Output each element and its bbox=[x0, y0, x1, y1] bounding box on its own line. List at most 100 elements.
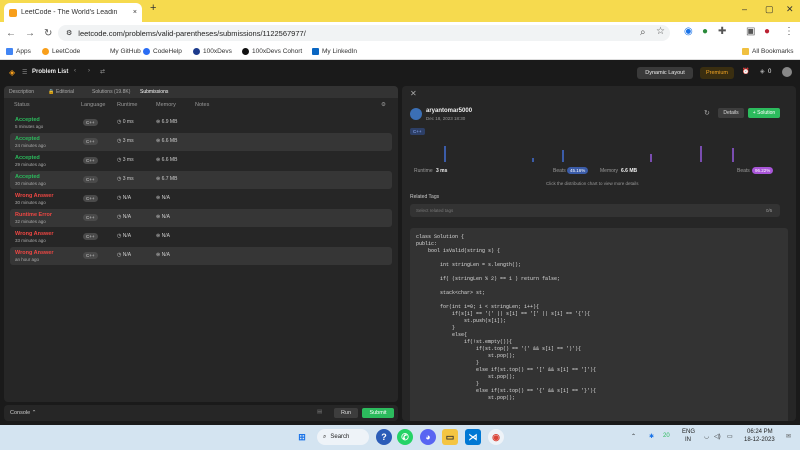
minimize-button[interactable]: – bbox=[742, 4, 747, 14]
tab-submissions[interactable]: Submissions bbox=[140, 89, 168, 95]
tab-description[interactable]: Description bbox=[9, 89, 34, 95]
profile-avatar[interactable]: ● bbox=[764, 26, 770, 37]
new-tab-button[interactable]: + bbox=[150, 2, 156, 14]
vscode-icon[interactable]: ⋊ bbox=[465, 429, 481, 445]
details-button[interactable]: Details bbox=[718, 108, 744, 118]
all-bookmarks[interactable]: All Bookmarks bbox=[742, 48, 794, 55]
reload-icon[interactable]: ↻ bbox=[44, 28, 52, 39]
url-bar[interactable]: ⚙ leetcode.com/problems/valid-parenthese… bbox=[58, 25, 670, 41]
console-toggle[interactable]: Console ⌃ bbox=[10, 410, 36, 416]
memory-beats-badge: 96.22% bbox=[752, 167, 774, 174]
distribution-bar[interactable] bbox=[444, 146, 446, 162]
extension-icon[interactable]: ◉ bbox=[684, 26, 693, 37]
distribution-bar[interactable] bbox=[650, 154, 652, 162]
prev-problem-icon[interactable]: ‹ bbox=[74, 68, 76, 74]
runtime-value: ◷ N/A bbox=[117, 195, 132, 201]
language-badge: C++ bbox=[83, 138, 98, 145]
bluetooth-icon[interactable]: ✱ bbox=[649, 433, 654, 440]
col-status[interactable]: Status bbox=[14, 102, 30, 108]
tab-close-icon[interactable]: × bbox=[133, 9, 137, 16]
whatsapp-icon[interactable]: ✆ bbox=[397, 429, 413, 445]
extensions-icon[interactable]: ✚ bbox=[718, 26, 726, 37]
next-problem-icon[interactable]: › bbox=[88, 68, 90, 74]
runtime-value: ◷ N/A bbox=[117, 233, 132, 239]
battery-icon[interactable]: ▭ bbox=[727, 433, 733, 440]
language-badge: C++ bbox=[83, 176, 98, 183]
shuffle-icon[interactable]: ⇄ bbox=[100, 68, 105, 75]
file-explorer-icon[interactable]: ▭ bbox=[442, 429, 458, 445]
forward-icon[interactable]: → bbox=[25, 28, 35, 39]
start-icon[interactable]: ⊞ bbox=[294, 429, 310, 445]
zoom-icon[interactable]: ⌕ bbox=[640, 27, 646, 38]
browser-tab[interactable]: LeetCode - The World's Leadin × bbox=[4, 3, 142, 22]
extension-icon-2[interactable]: ● bbox=[702, 26, 708, 37]
bookmark-apps[interactable]: Apps bbox=[6, 48, 31, 55]
leetcode-logo-icon[interactable]: ◈ bbox=[9, 68, 15, 77]
memory-value: ⊜ 6.9 MB bbox=[156, 119, 178, 125]
help-app-icon[interactable]: ? bbox=[376, 429, 392, 445]
tab-editorial[interactable]: Editorial bbox=[56, 89, 74, 95]
table-row[interactable]: Accepted 30 minutes ago C++ ◷ 3 ms ⊜ 6.7… bbox=[10, 171, 392, 189]
input-language[interactable]: ENG bbox=[682, 429, 695, 435]
tag-selector[interactable]: Select related tags 0/5 bbox=[410, 204, 780, 217]
table-row[interactable]: Wrong Answer an hour ago C++ ◷ N/A ⊜ N/A bbox=[10, 247, 392, 265]
status-text: Wrong Answer bbox=[15, 231, 54, 237]
table-row[interactable]: Accepted 24 minutes ago C++ ◷ 3 ms ⊜ 6.6… bbox=[10, 133, 392, 151]
language-badge: C++ bbox=[83, 252, 98, 259]
chrome-icon[interactable]: ◉ bbox=[488, 429, 504, 445]
status-text: Accepted bbox=[15, 174, 40, 180]
distribution-bar[interactable] bbox=[732, 148, 734, 162]
bookmark-codehelp[interactable]: CodeHelp bbox=[143, 48, 182, 55]
close-icon[interactable]: ✕ bbox=[410, 89, 417, 98]
runtime-value: ◷ 3 ms bbox=[117, 176, 134, 182]
bookmark-star-icon[interactable]: ☆ bbox=[656, 26, 665, 37]
bookmark-github[interactable]: My GitHub bbox=[100, 48, 141, 55]
submit-button[interactable]: Submit bbox=[362, 408, 394, 418]
tab-solutions[interactable]: Solutions (19.8K) bbox=[92, 89, 130, 95]
taskbar-search[interactable]: ⌕ Search bbox=[317, 429, 369, 445]
upload-icon[interactable]: ▤ bbox=[317, 409, 322, 415]
share-icon[interactable]: ↻ bbox=[704, 109, 710, 117]
col-memory: Memory bbox=[156, 102, 176, 108]
submit-time: 5 minutes ago bbox=[15, 124, 44, 129]
menu-icon[interactable]: ⋮ bbox=[784, 26, 794, 37]
wifi-icon[interactable]: ◡ bbox=[704, 433, 709, 440]
add-solution-button[interactable]: + Solution bbox=[748, 108, 780, 118]
clock-date[interactable]: 18-12-2023 bbox=[744, 437, 775, 443]
volume-icon[interactable]: ◁) bbox=[714, 433, 721, 440]
close-window-button[interactable]: ✕ bbox=[786, 4, 794, 15]
table-row[interactable]: Accepted 29 minutes ago C++ ◷ 3 ms ⊜ 6.6… bbox=[10, 152, 392, 170]
site-info-icon[interactable]: ⚙ bbox=[66, 29, 72, 37]
back-icon[interactable]: ← bbox=[6, 28, 16, 39]
distribution-bar[interactable] bbox=[532, 158, 534, 162]
distribution-bar[interactable] bbox=[700, 146, 702, 162]
problem-list-link[interactable]: Problem List bbox=[32, 69, 68, 75]
col-language[interactable]: Language bbox=[81, 102, 105, 108]
table-row[interactable]: Runtime Error 32 minutes ago C++ ◷ N/A ⊜… bbox=[10, 209, 392, 227]
bookmark-linkedin[interactable]: My LinkedIn bbox=[312, 48, 357, 55]
notification-icon[interactable]: ✉ bbox=[786, 433, 791, 440]
premium-button[interactable]: Premium bbox=[700, 67, 734, 79]
streak-icon[interactable]: ◈ bbox=[760, 68, 765, 75]
tray-chevron-icon[interactable]: ⌃ bbox=[631, 433, 636, 440]
search-icon: ⌕ bbox=[323, 433, 327, 440]
clock-time[interactable]: 06:24 PM bbox=[747, 429, 773, 435]
table-row[interactable]: Wrong Answer 30 minutes ago C++ ◷ N/A ⊜ … bbox=[10, 190, 392, 208]
timer-icon[interactable]: ⏰ bbox=[742, 68, 749, 75]
maximize-button[interactable]: ▢ bbox=[765, 4, 774, 15]
sidepanel-icon[interactable]: ▣ bbox=[746, 26, 755, 37]
code-line: class Solution { bbox=[416, 234, 465, 240]
username[interactable]: aryantomar5000 bbox=[426, 108, 472, 114]
user-avatar[interactable] bbox=[782, 67, 792, 77]
bookmark-100xdevs[interactable]: 100xDevs bbox=[193, 48, 232, 55]
dynamic-layout-button[interactable]: Dynamic Layout bbox=[637, 67, 693, 79]
table-row[interactable]: Accepted 5 minutes ago C++ ◷ 0 ms ⊜ 6.9 … bbox=[10, 114, 392, 132]
discord-icon[interactable]: ◕ bbox=[420, 429, 436, 445]
bookmark-leetcode[interactable]: LeetCode bbox=[42, 48, 80, 55]
runtime-value: ◷ 3 ms bbox=[117, 157, 134, 163]
run-button[interactable]: Run bbox=[334, 408, 358, 418]
bookmark-100xdevs-cohort[interactable]: 100xDevs Cohort bbox=[242, 48, 302, 55]
settings-icon[interactable]: ⚙ bbox=[381, 102, 386, 108]
table-row[interactable]: Wrong Answer 33 minutes ago C++ ◷ N/A ⊜ … bbox=[10, 228, 392, 246]
distribution-bar[interactable] bbox=[562, 150, 564, 162]
